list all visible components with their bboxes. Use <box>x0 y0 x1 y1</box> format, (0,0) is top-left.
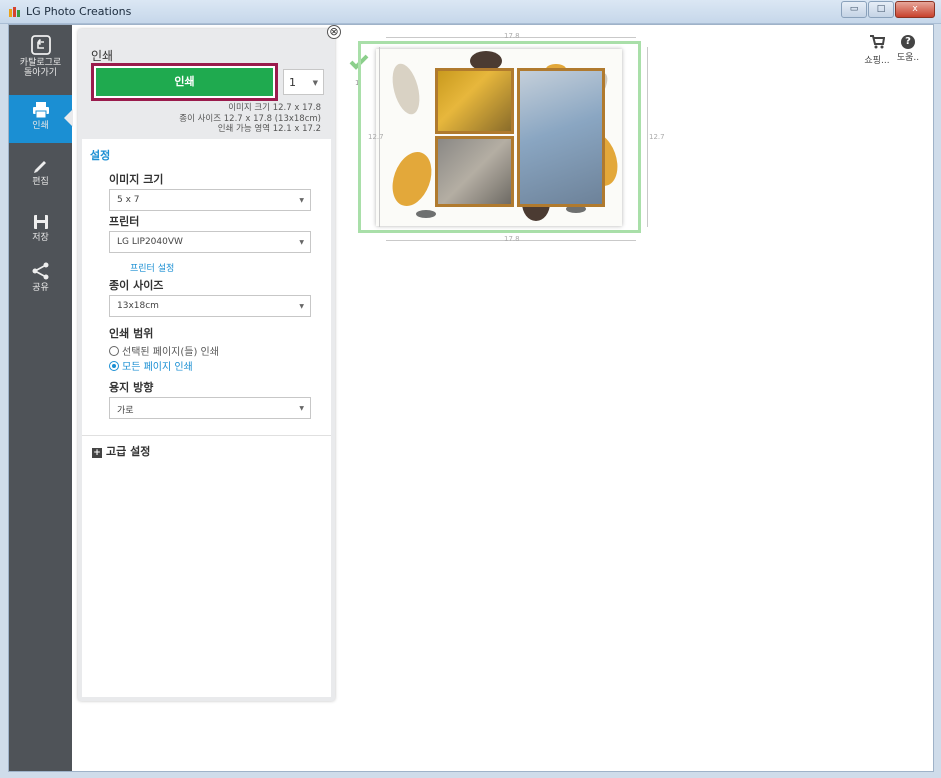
nav-label-back-1: 카탈로그로 <box>19 58 62 68</box>
settings-section: 설정 이미지 크기 5 x 7 ▼ 프린터 LG LIP2040VW ▼ 프린터… <box>82 139 331 697</box>
nav-item-share[interactable]: 공유 <box>9 261 72 293</box>
pencil-icon <box>33 161 46 173</box>
advanced-settings-toggle[interactable]: + 고급 설정 <box>92 443 150 459</box>
range-option-all-pages-label: 모든 페이지 인쇄 <box>122 362 193 373</box>
paper-size-info: 종이 사이즈 12.7 x 17.8 (13x18cm) <box>179 113 321 124</box>
width-dimension-top: 17.8 <box>504 32 520 40</box>
photo-slot-3[interactable] <box>517 68 605 207</box>
help-label: 도움.. <box>896 53 920 63</box>
image-size-info: 이미지 크기 12.7 x 17.8 <box>228 103 321 113</box>
height-dimension-left: 12.7 <box>368 133 384 141</box>
chevron-down-icon: ▼ <box>299 239 304 246</box>
nav-label-edit: 편집 <box>32 177 49 187</box>
nav-label-save: 저장 <box>32 233 49 243</box>
printer-label: 프린터 <box>109 215 140 228</box>
left-nav: 카탈로그로 돌아가기 인쇄 편집 저장 공유 <box>9 25 73 771</box>
radio-on-icon <box>109 361 119 371</box>
copies-value: 1 <box>289 76 296 89</box>
height-dimension-right: 12.7 <box>649 133 665 141</box>
chevron-down-icon: ▼ <box>299 303 304 310</box>
orientation-value: 가로 <box>117 406 134 416</box>
cart-icon <box>870 35 886 49</box>
copies-select[interactable]: 1 ▼ <box>283 69 324 95</box>
print-settings-panel: 인쇄 인쇄 1 ▼ 이미지 크기 12.7 x 17.8 종이 사이즈 12.7… <box>78 29 335 701</box>
print-button[interactable]: 인쇄 <box>96 68 273 96</box>
help-icon: ? <box>901 35 915 49</box>
printer-value: LG LIP2040VW <box>117 237 183 247</box>
chevron-down-icon: ▼ <box>299 197 304 204</box>
close-panel-icon[interactable]: ⊗ <box>327 25 341 39</box>
plus-icon: + <box>92 448 102 458</box>
app-logo-icon <box>9 7 20 17</box>
close-button[interactable]: x <box>895 1 935 18</box>
paper-size-label: 종이 사이즈 <box>109 279 164 292</box>
size-info: 이미지 크기 12.7 x 17.8 종이 사이즈 12.7 x 17.8 (1… <box>179 103 321 135</box>
photo-slot-1[interactable] <box>435 68 514 134</box>
window-titlebar: LG Photo Creations ▭ □ x <box>0 0 941 24</box>
nav-label-share: 공유 <box>32 283 49 293</box>
nav-label-back-2: 돌아가기 <box>23 68 58 78</box>
printer-settings-link[interactable]: 프린터 설정 <box>130 261 174 274</box>
maximize-button[interactable]: □ <box>868 1 894 18</box>
print-preview-frame[interactable] <box>358 41 641 233</box>
back-arrow-icon <box>30 35 51 55</box>
nav-item-save[interactable]: 저장 <box>9 213 72 243</box>
nav-label-print: 인쇄 <box>32 121 49 131</box>
print-range-label: 인쇄 범위 <box>109 327 154 340</box>
printable-area-info: 인쇄 가능 영역 12.1 x 17.2 <box>217 124 321 134</box>
app-client-area: 카탈로그로 돌아가기 인쇄 편집 저장 공유 인쇄 인쇄 1 ▼ 이미지 크기 … <box>8 24 934 772</box>
printer-icon <box>32 102 49 119</box>
print-preview-page <box>376 49 622 226</box>
printer-select[interactable]: LG LIP2040VW ▼ <box>109 231 311 253</box>
paper-size-select[interactable]: 13x18cm ▼ <box>109 295 311 317</box>
window-controls: ▭ □ x <box>841 1 935 18</box>
window-title: LG Photo Creations <box>26 5 132 18</box>
chevron-down-icon: ▼ <box>299 405 304 412</box>
section-divider <box>82 435 331 436</box>
print-button-highlight: 인쇄 <box>91 63 278 101</box>
photo-slot-2[interactable] <box>435 136 514 207</box>
help-button[interactable]: ? 도움.. <box>893 35 923 63</box>
range-option-all-pages[interactable]: 모든 페이지 인쇄 <box>109 358 193 373</box>
image-size-value: 5 x 7 <box>117 195 140 205</box>
image-size-select[interactable]: 5 x 7 ▼ <box>109 189 311 211</box>
panel-title: 인쇄 <box>91 49 114 63</box>
paper-size-value: 13x18cm <box>117 301 159 311</box>
minimize-button[interactable]: ▭ <box>841 1 867 18</box>
image-size-label: 이미지 크기 <box>109 173 164 186</box>
save-icon <box>33 215 48 229</box>
nav-item-edit[interactable]: 편집 <box>9 157 72 187</box>
radio-off-icon <box>109 346 119 356</box>
range-option-selected-pages-label: 선택된 페이지(들) 인쇄 <box>122 347 219 358</box>
shop-label: 쇼핑... <box>864 56 890 66</box>
chevron-down-icon: ▼ <box>312 79 318 87</box>
advanced-settings-label: 고급 설정 <box>106 445 151 458</box>
settings-title: 설정 <box>90 149 111 162</box>
range-option-selected-pages[interactable]: 선택된 페이지(들) 인쇄 <box>109 343 219 358</box>
orientation-label: 용지 방향 <box>109 381 154 394</box>
nav-item-print[interactable]: 인쇄 <box>9 95 72 143</box>
nav-item-back[interactable]: 카탈로그로 돌아가기 <box>9 34 72 78</box>
orientation-select[interactable]: 가로 ▼ <box>109 397 311 419</box>
share-icon <box>32 262 48 280</box>
height-dimension-line-right <box>647 47 648 227</box>
shop-button[interactable]: 쇼핑... <box>862 35 892 66</box>
active-nav-pointer <box>64 109 73 127</box>
width-dimension-bottom: 17.8 <box>504 235 520 243</box>
